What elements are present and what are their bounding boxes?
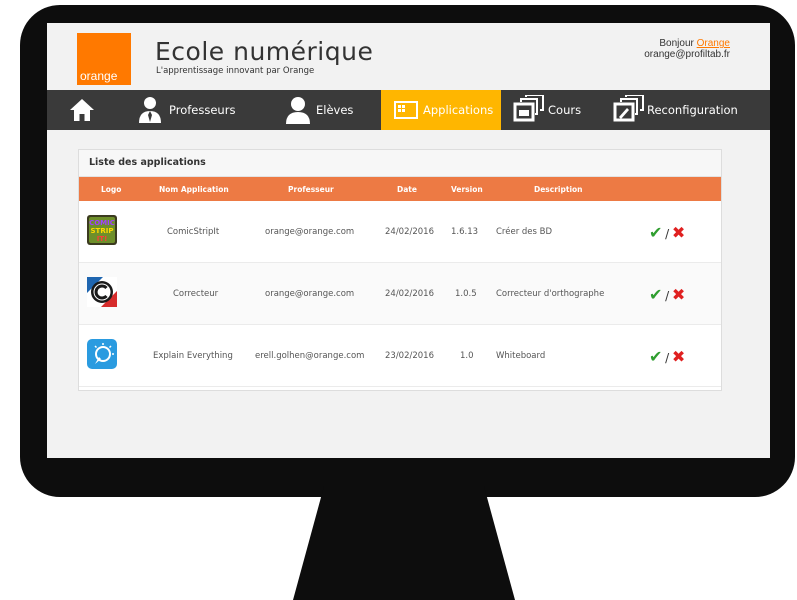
app-date: 24/02/2016: [385, 227, 434, 237]
action-separator: /: [665, 351, 670, 365]
user-email: orange@profiltab.fr: [644, 49, 730, 60]
app-subtitle: L'apprentissage innovant par Orange: [156, 66, 315, 76]
nav-item-applications[interactable]: Applications: [381, 90, 501, 130]
app-description: Correcteur d'orthographe: [496, 289, 605, 299]
column-header-teacher: Professeur: [288, 185, 334, 194]
approve-check-icon[interactable]: ✔: [649, 285, 662, 304]
comicstripit-logo-text-1: COMIC: [89, 219, 115, 227]
action-separator: /: [665, 227, 670, 241]
app-version: 1.0.5: [455, 289, 477, 299]
reject-cross-icon[interactable]: ✖: [672, 347, 685, 366]
row-actions: ✔ / ✖: [649, 347, 685, 366]
app-version: 1.0: [460, 351, 474, 361]
nav-label-cours: Cours: [548, 103, 582, 117]
nav-item-reconfiguration[interactable]: Reconfiguration: [613, 90, 763, 130]
column-header-description: Description: [534, 185, 583, 194]
main-nav: Professeurs Elèves Applications Cours Re…: [47, 90, 770, 130]
app-title: Ecole numérique: [155, 37, 374, 66]
approve-check-icon[interactable]: ✔: [649, 347, 662, 366]
panel-title: Liste des applications: [79, 150, 721, 177]
greeting-prefix: Bonjour: [659, 38, 694, 49]
explain-everything-logo: [87, 339, 117, 369]
approve-check-icon[interactable]: ✔: [649, 223, 662, 242]
column-header-name: Nom Application: [159, 185, 229, 194]
app-name: Explain Everything: [153, 351, 233, 361]
column-header-version: Version: [451, 185, 483, 194]
comicstripit-logo-text-3: IT!: [97, 235, 108, 243]
monitor-stand: [293, 486, 515, 600]
app-teacher: orange@orange.com: [265, 289, 355, 299]
nav-label-applications: Applications: [423, 103, 494, 117]
table-row[interactable]: Explain Everything erell.golhen@orange.c…: [79, 325, 721, 387]
nav-label-professeurs: Professeurs: [169, 103, 236, 117]
screen: orange Ecole numérique L'apprentissage i…: [47, 23, 770, 458]
column-header-date: Date: [397, 185, 417, 194]
app-description: Créer des BD: [496, 227, 553, 237]
app-date: 24/02/2016: [385, 289, 434, 299]
nav-label-reconfiguration: Reconfiguration: [647, 103, 738, 117]
user-greeting: Bonjour Orange orange@profiltab.fr: [644, 38, 730, 60]
table-header: Logo Nom Application Professeur Date Ver…: [79, 177, 721, 201]
reconfigure-icon: [613, 95, 644, 122]
top-header: orange Ecole numérique L'apprentissage i…: [47, 23, 770, 89]
row-actions: ✔ / ✖: [649, 223, 685, 242]
row-actions: ✔ / ✖: [649, 285, 685, 304]
nav-home[interactable]: [47, 90, 117, 130]
app-version: 1.6.13: [451, 227, 479, 237]
app-description: Whiteboard: [496, 351, 546, 361]
home-icon: [70, 99, 94, 121]
nav-item-eleves[interactable]: Elèves: [279, 90, 359, 130]
user-name-link[interactable]: Orange: [697, 38, 730, 49]
nav-item-cours[interactable]: Cours: [513, 90, 593, 130]
student-icon: [286, 97, 310, 124]
applications-icon: [394, 101, 418, 119]
applications-panel: Liste des applications Logo Nom Applicat…: [78, 149, 722, 391]
table-row[interactable]: COMIC STRIP IT! ComicStripIt orange@oran…: [79, 201, 721, 263]
action-separator: /: [665, 289, 670, 303]
nav-item-professeurs[interactable]: Professeurs: [125, 90, 240, 130]
comicstripit-logo: COMIC STRIP IT!: [87, 215, 117, 245]
orange-logo[interactable]: orange: [77, 33, 131, 85]
nav-label-eleves: Elèves: [316, 103, 354, 117]
table-row[interactable]: Correcteur orange@orange.com 24/02/2016 …: [79, 263, 721, 325]
app-name: Correcteur: [173, 289, 219, 299]
teacher-icon: [139, 97, 161, 123]
correcteur-logo: [87, 277, 117, 307]
orange-logo-text: orange: [80, 69, 118, 83]
app-teacher: erell.golhen@orange.com: [255, 351, 365, 361]
reject-cross-icon[interactable]: ✖: [672, 285, 685, 304]
app-teacher: orange@orange.com: [265, 227, 355, 237]
reject-cross-icon[interactable]: ✖: [672, 223, 685, 242]
app-name: ComicStripIt: [167, 227, 220, 237]
column-header-logo: Logo: [101, 185, 122, 194]
courses-icon: [513, 95, 544, 122]
comicstripit-logo-text-2: STRIP: [91, 227, 114, 235]
app-date: 23/02/2016: [385, 351, 434, 361]
